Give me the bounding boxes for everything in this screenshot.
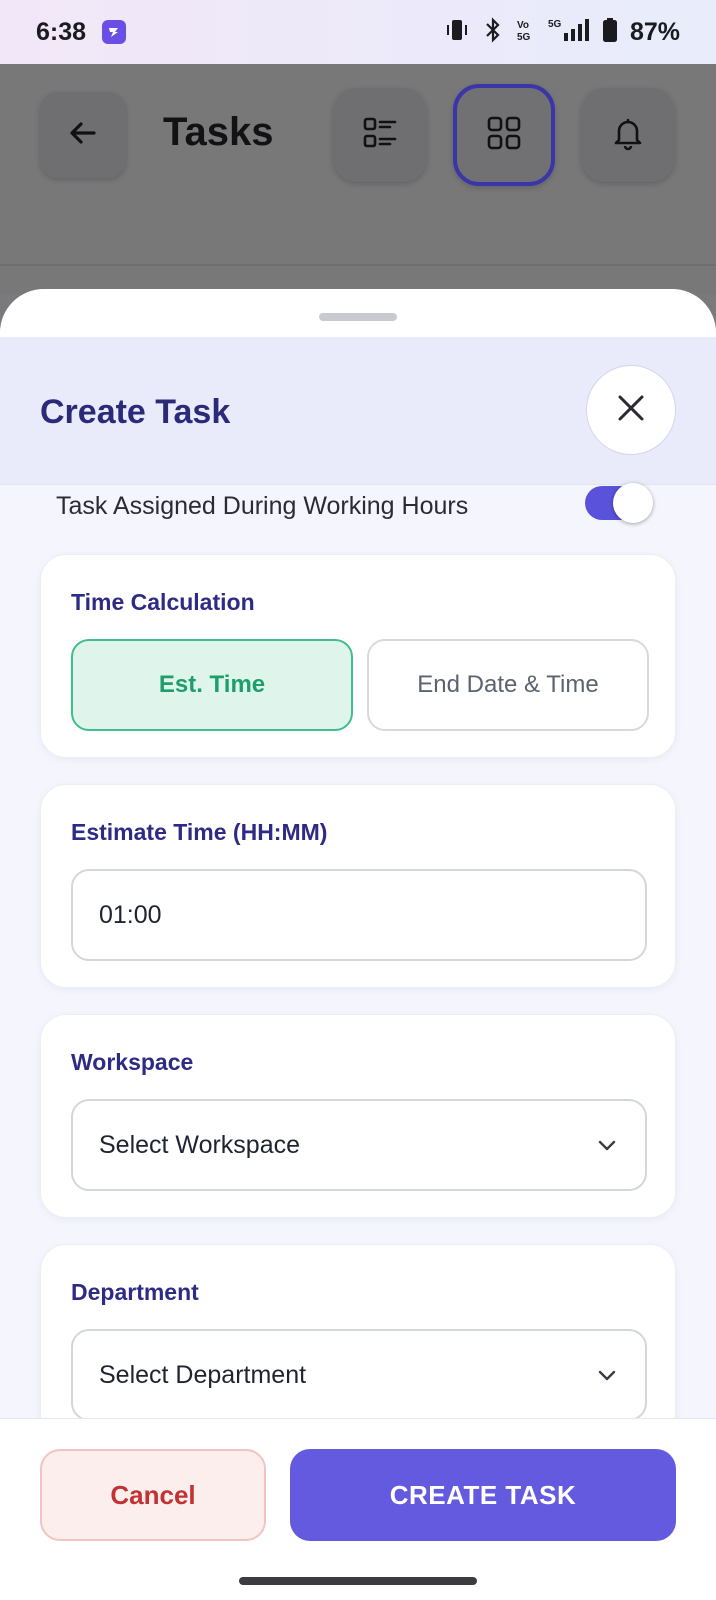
grid-view-icon: [486, 115, 522, 156]
chevron-down-icon: [595, 1133, 619, 1157]
status-bar: 6:38 Vo 5G 5G 87%: [0, 0, 716, 64]
list-view-icon: [362, 115, 398, 156]
header-divider: [0, 264, 716, 266]
status-time: 6:38: [36, 17, 87, 46]
create-task-button[interactable]: CREATE TASK: [290, 1449, 676, 1541]
signal-5g-icon: 5G: [546, 17, 590, 48]
sheet-footer: Cancel CREATE TASK: [0, 1418, 716, 1600]
estimate-time-value: 01:00: [99, 900, 162, 929]
working-hours-label: Task Assigned During Working Hours: [56, 491, 469, 520]
close-button[interactable]: [586, 365, 676, 455]
workspace-select[interactable]: Select Workspace: [71, 1099, 647, 1191]
battery-percent: 87%: [629, 17, 680, 46]
est-time-option[interactable]: Est. Time: [71, 639, 353, 731]
working-hours-toggle[interactable]: [585, 483, 653, 523]
workspace-card: Workspace Select Workspace: [40, 1014, 676, 1218]
back-button[interactable]: [40, 92, 126, 178]
department-select[interactable]: Select Department: [71, 1329, 647, 1421]
back-arrow-icon: [66, 116, 100, 155]
time-calculation-card: Time Calculation Est. Time End Date & Ti…: [40, 554, 676, 758]
estimate-time-input[interactable]: 01:00: [71, 869, 647, 961]
list-view-button[interactable]: [333, 88, 427, 182]
time-calculation-title: Time Calculation: [71, 589, 255, 615]
status-icons: Vo 5G 5G 87%: [444, 16, 680, 48]
chevron-down-icon: [595, 1363, 619, 1387]
create-task-sheet: Create Task Task Assigned During Working…: [0, 289, 716, 1600]
drag-handle[interactable]: [319, 313, 397, 321]
working-hours-row: Task Assigned During Working Hours: [56, 483, 656, 528]
sheet-title: Create Task: [40, 393, 231, 431]
svg-text:5G: 5G: [548, 19, 562, 30]
sheet-drag-area[interactable]: [0, 289, 716, 337]
battery-icon: [602, 17, 618, 48]
workspace-placeholder: Select Workspace: [99, 1130, 301, 1159]
svg-text:5G: 5G: [517, 32, 531, 43]
sheet-header: Create Task: [0, 337, 716, 485]
estimate-time-card: Estimate Time (HH:MM) 01:00: [40, 784, 676, 988]
close-icon: [616, 393, 646, 428]
bell-icon: [610, 115, 646, 156]
home-indicator[interactable]: [239, 1577, 477, 1585]
svg-text:Vo: Vo: [517, 20, 529, 31]
end-date-time-option[interactable]: End Date & Time: [367, 639, 649, 731]
page-title: Tasks: [163, 110, 274, 154]
toggle-knob: [613, 483, 653, 523]
department-title: Department: [71, 1279, 199, 1305]
app-header-dimmed: Tasks: [0, 64, 716, 294]
volte-icon: Vo 5G: [516, 17, 534, 48]
vibrate-icon: [444, 17, 470, 48]
cancel-button[interactable]: Cancel: [40, 1449, 266, 1541]
bluetooth-icon: [482, 16, 504, 48]
grid-view-button[interactable]: [453, 84, 555, 186]
estimate-time-title: Estimate Time (HH:MM): [71, 819, 328, 845]
department-placeholder: Select Department: [99, 1360, 307, 1389]
notifications-button[interactable]: [581, 88, 675, 182]
app-shortcut-icon: [102, 20, 127, 44]
workspace-title: Workspace: [71, 1049, 194, 1075]
